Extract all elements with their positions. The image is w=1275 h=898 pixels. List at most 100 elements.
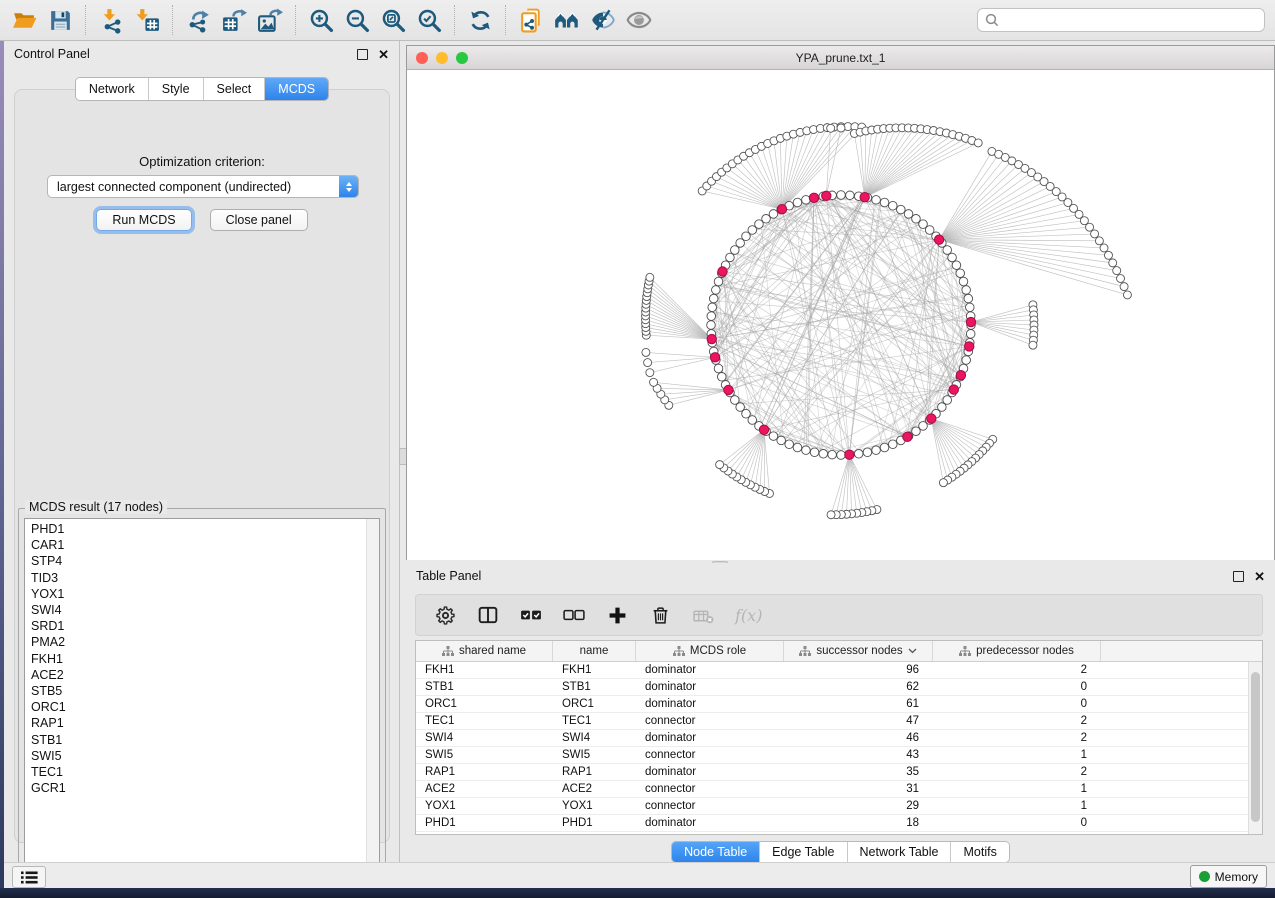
network-node[interactable]	[880, 198, 889, 207]
refresh-view-icon[interactable]	[462, 3, 498, 37]
network-node[interactable]	[827, 124, 835, 132]
control-panel-float-icon[interactable]	[357, 49, 368, 60]
mcds-result-scrollbar[interactable]	[366, 519, 379, 874]
network-node[interactable]	[730, 396, 739, 405]
table-cell[interactable]: 47	[784, 713, 933, 729]
table-cell[interactable]: connector	[636, 781, 784, 797]
network-node[interactable]	[1029, 341, 1037, 349]
table-row[interactable]: TEC1TEC1connector472	[416, 713, 1262, 730]
import-table-icon[interactable]	[129, 3, 165, 37]
network-node[interactable]	[712, 286, 721, 295]
zoom-selected-icon[interactable]	[411, 3, 447, 37]
table-tab-node-table[interactable]: Node Table	[672, 842, 760, 862]
table-cell[interactable]: RAP1	[416, 764, 553, 780]
network-node[interactable]	[854, 449, 863, 458]
table-cell[interactable]: 0	[933, 679, 1101, 695]
table-row[interactable]: STB1STB1dominator620	[416, 679, 1262, 696]
network-node[interactable]	[708, 303, 717, 312]
table-tab-network-table[interactable]: Network Table	[848, 842, 952, 862]
table-tab-edge-table[interactable]: Edge Table	[760, 842, 847, 862]
search-window-icon[interactable]	[549, 3, 585, 37]
table-cell[interactable]: connector	[636, 747, 784, 763]
table-row[interactable]: PHD1PHD1dominator180	[416, 815, 1262, 832]
column-header-name[interactable]: name	[553, 641, 636, 661]
network-node[interactable]	[863, 448, 872, 457]
network-node[interactable]	[819, 449, 828, 458]
table-row[interactable]: YOX1YOX1connector291	[416, 798, 1262, 815]
mcds-highlighted-node[interactable]	[949, 385, 958, 394]
network-node[interactable]	[962, 356, 971, 365]
network-node[interactable]	[948, 253, 957, 262]
mcds-result-item[interactable]: GCR1	[25, 780, 367, 796]
column-header-shared-name[interactable]: shared name	[416, 641, 553, 661]
mcds-result-item[interactable]: PHD1	[25, 521, 367, 537]
table-cell[interactable]: 61	[784, 696, 933, 712]
column-header-successor-nodes[interactable]: successor nodes	[784, 641, 933, 661]
network-canvas[interactable]	[407, 70, 1274, 560]
mcds-highlighted-node[interactable]	[927, 414, 936, 423]
network-node[interactable]	[962, 286, 971, 295]
mcds-result-item[interactable]: STB1	[25, 731, 367, 747]
mcds-highlighted-node[interactable]	[934, 235, 943, 244]
network-node[interactable]	[802, 446, 811, 455]
save-session-icon[interactable]	[42, 3, 78, 37]
export-table-icon[interactable]	[216, 3, 252, 37]
network-node[interactable]	[1086, 223, 1094, 231]
zoom-out-icon[interactable]	[339, 3, 375, 37]
network-node[interactable]	[827, 511, 835, 519]
mcds-result-item[interactable]: TID3	[25, 570, 367, 586]
table-cell[interactable]: dominator	[636, 764, 784, 780]
network-node[interactable]	[897, 205, 906, 214]
mcds-highlighted-node[interactable]	[710, 353, 719, 362]
network-node[interactable]	[846, 191, 855, 200]
network-node[interactable]	[956, 269, 965, 278]
network-node[interactable]	[793, 198, 802, 207]
table-cell[interactable]: ORC1	[416, 696, 553, 712]
mcds-highlighted-node[interactable]	[718, 267, 727, 276]
task-history-button[interactable]	[12, 866, 46, 888]
network-node[interactable]	[716, 461, 724, 469]
table-cell[interactable]: FKH1	[553, 662, 636, 678]
mcds-result-item[interactable]: SWI5	[25, 748, 367, 764]
mcds-highlighted-node[interactable]	[903, 432, 912, 441]
table-cell[interactable]: FKH1	[416, 662, 553, 678]
network-node[interactable]	[726, 253, 735, 262]
create-column-plus-icon[interactable]	[606, 604, 628, 626]
table-cell[interactable]: YOX1	[553, 798, 636, 814]
table-row[interactable]: ACE2ACE2connector311	[416, 781, 1262, 798]
table-scrollbar-thumb[interactable]	[1251, 672, 1260, 822]
mcds-highlighted-node[interactable]	[707, 334, 716, 343]
network-node[interactable]	[888, 440, 897, 449]
table-cell[interactable]: 43	[784, 747, 933, 763]
import-network-icon[interactable]	[93, 3, 129, 37]
mcds-highlighted-node[interactable]	[777, 204, 786, 213]
table-cell[interactable]: 46	[784, 730, 933, 746]
network-node[interactable]	[810, 448, 819, 457]
table-row[interactable]: SWI4SWI4dominator462	[416, 730, 1262, 747]
mcds-highlighted-node[interactable]	[822, 191, 831, 200]
network-search-box[interactable]	[977, 8, 1265, 32]
column-header-predecessor-nodes[interactable]: predecessor nodes	[933, 641, 1101, 661]
table-cell[interactable]: dominator	[636, 662, 784, 678]
table-cell[interactable]: connector	[636, 713, 784, 729]
table-cell[interactable]: ACE2	[553, 781, 636, 797]
table-cell[interactable]: dominator	[636, 696, 784, 712]
table-cell[interactable]: 1	[933, 781, 1101, 797]
network-node[interactable]	[1123, 291, 1131, 299]
control-panel-close-icon[interactable]: ✕	[378, 50, 389, 59]
mcds-result-list[interactable]: PHD1CAR1STP4TID3YOX1SWI4SRD1PMA2FKH1ACE2…	[24, 518, 380, 875]
mcds-highlighted-node[interactable]	[966, 317, 975, 326]
table-cell[interactable]: STB1	[553, 679, 636, 695]
network-node[interactable]	[966, 330, 975, 339]
zoom-fit-icon[interactable]	[375, 3, 411, 37]
network-node[interactable]	[1091, 230, 1099, 238]
close-panel-button[interactable]: Close panel	[210, 209, 308, 231]
network-node[interactable]	[965, 303, 974, 312]
memory-button[interactable]: Memory	[1190, 865, 1267, 888]
table-cell[interactable]: ORC1	[553, 696, 636, 712]
control-tab-select[interactable]: Select	[204, 78, 266, 100]
network-node[interactable]	[709, 294, 718, 303]
network-node[interactable]	[777, 436, 786, 445]
table-cell[interactable]: connector	[636, 798, 784, 814]
network-node[interactable]	[888, 201, 897, 210]
